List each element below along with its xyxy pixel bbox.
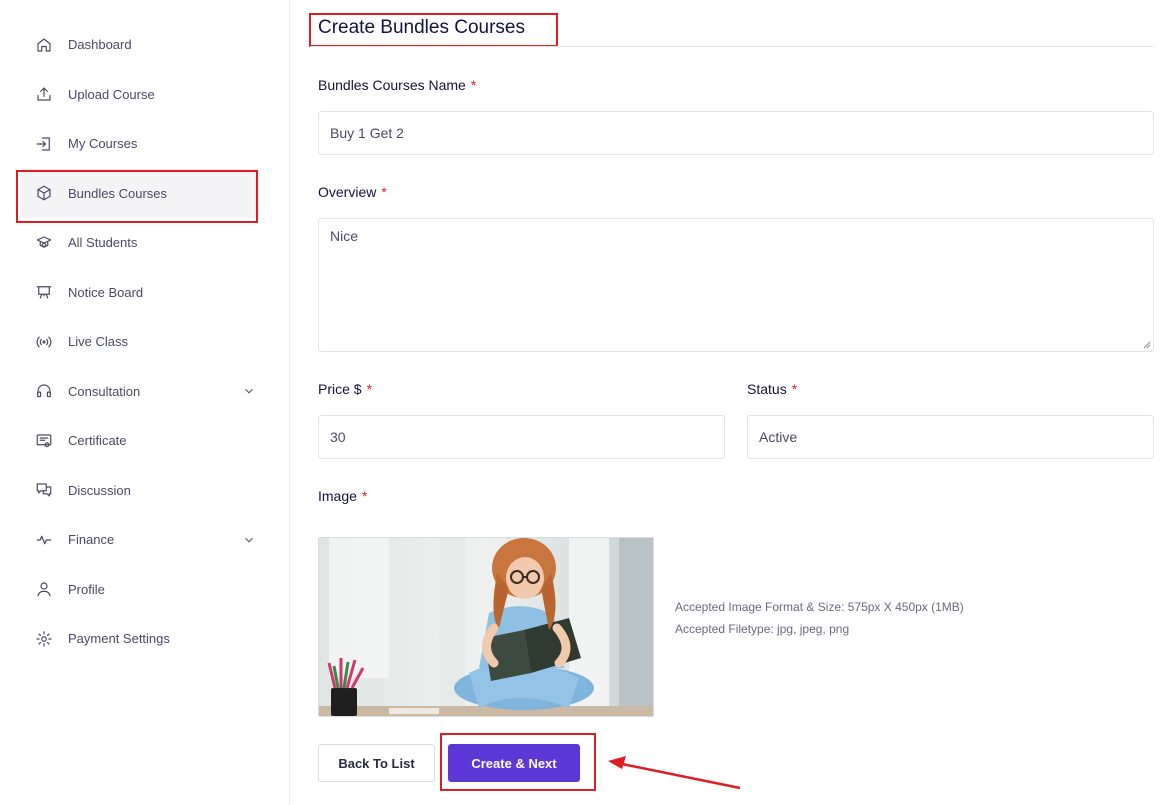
- sidebar-item-dashboard[interactable]: Dashboard: [20, 20, 260, 70]
- price-input[interactable]: 30: [318, 415, 725, 459]
- required-mark: *: [791, 381, 798, 397]
- sidebar-item-label: My Courses: [68, 136, 138, 152]
- pulse-icon: [34, 530, 54, 550]
- sidebar-item-payment-settings[interactable]: Payment Settings: [20, 614, 260, 664]
- image-filetype-hint: Accepted Filetype: jpg, jpeg, png: [675, 622, 850, 636]
- chevron-down-icon[interactable]: [242, 533, 256, 547]
- sidebar-item-live-class[interactable]: Live Class: [20, 317, 260, 367]
- sidebar-item-label: Finance: [68, 532, 115, 548]
- broadcast-icon: [34, 332, 54, 352]
- sidebar-item-label: Upload Course: [68, 86, 155, 102]
- graduation-icon: [34, 233, 54, 253]
- page-title: Create Bundles Courses: [318, 17, 525, 38]
- sidebar-nav: Dashboard Upload Course My Courses Bundl…: [20, 20, 260, 664]
- overview-label: Overview *: [318, 184, 387, 200]
- annotation-arrow-icon: [608, 756, 741, 790]
- sidebar-item-all-students[interactable]: All Students: [20, 218, 260, 268]
- required-mark: *: [361, 488, 368, 504]
- presentation-board-icon: [34, 282, 54, 302]
- name-label: Bundles Courses Name *: [318, 77, 477, 93]
- sidebar-item-finance[interactable]: Finance: [20, 515, 260, 565]
- sidebar-item-certificate[interactable]: Certificate: [20, 416, 260, 466]
- back-to-list-button[interactable]: Back To List: [318, 744, 435, 782]
- sidebar-item-notice-board[interactable]: Notice Board: [20, 268, 260, 318]
- sidebar-item-label: Profile: [68, 581, 105, 597]
- image-format-hint: Accepted Image Format & Size: 575px X 45…: [675, 600, 964, 614]
- sidebar-item-my-courses[interactable]: My Courses: [20, 119, 260, 169]
- login-icon: [34, 134, 54, 154]
- sidebar-item-bundles-courses[interactable]: Bundles Courses: [20, 168, 260, 218]
- sidebar-item-label: Certificate: [68, 433, 127, 449]
- chevron-down-icon[interactable]: [242, 384, 256, 398]
- price-label: Price $ *: [318, 381, 373, 397]
- sidebar-item-label: Discussion: [68, 482, 131, 498]
- upload-icon: [34, 84, 54, 104]
- sidebar-item-label: Notice Board: [68, 284, 144, 300]
- course-image-preview[interactable]: [318, 537, 654, 717]
- status-label: Status *: [747, 381, 798, 397]
- sidebar: Dashboard Upload Course My Courses Bundl…: [0, 0, 290, 805]
- user-icon: [34, 579, 54, 599]
- overview-textarea[interactable]: Nice: [318, 218, 1154, 352]
- create-next-button[interactable]: Create & Next: [448, 744, 580, 782]
- required-mark: *: [470, 77, 477, 93]
- sidebar-item-consultation[interactable]: Consultation: [20, 367, 260, 417]
- sidebar-item-profile[interactable]: Profile: [20, 565, 260, 615]
- resize-handle-icon[interactable]: [1143, 341, 1151, 349]
- sidebar-item-label: All Students: [68, 235, 138, 251]
- sidebar-item-upload-course[interactable]: Upload Course: [20, 70, 260, 120]
- sidebar-item-discussion[interactable]: Discussion: [20, 466, 260, 516]
- chat-icon: [34, 480, 54, 500]
- home-icon: [34, 35, 54, 55]
- required-mark: *: [366, 381, 373, 397]
- image-label: Image *: [318, 488, 368, 504]
- sidebar-item-label: Bundles Courses: [68, 185, 167, 201]
- sidebar-item-label: Dashboard: [68, 37, 132, 53]
- status-select[interactable]: Active: [747, 415, 1154, 459]
- headset-icon: [34, 381, 54, 401]
- sidebar-item-label: Live Class: [68, 334, 128, 350]
- title-divider: [310, 46, 1154, 47]
- sidebar-item-label: Consultation: [68, 383, 141, 399]
- sidebar-item-label: Payment Settings: [68, 631, 170, 647]
- box-icon: [34, 183, 54, 203]
- course-image-illustration: [319, 538, 653, 716]
- certificate-icon: [34, 431, 54, 451]
- gear-icon: [34, 629, 54, 649]
- required-mark: *: [381, 184, 387, 200]
- bundle-name-input[interactable]: Buy 1 Get 2: [318, 111, 1154, 155]
